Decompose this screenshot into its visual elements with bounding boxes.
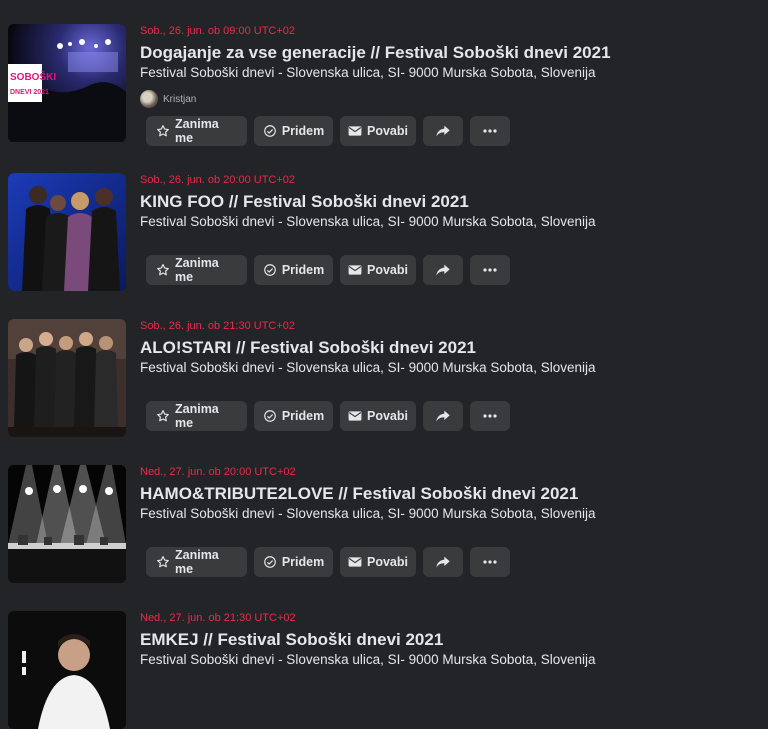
going-label: Pridem xyxy=(281,555,325,569)
share-arrow-icon xyxy=(435,262,451,278)
event-title[interactable]: ALO!STARI // Festival Soboški dnevi 2021 xyxy=(140,337,760,359)
star-icon xyxy=(156,124,170,138)
check-circle-icon xyxy=(263,555,277,569)
avatar[interactable] xyxy=(140,90,158,108)
interested-label: Zanima me xyxy=(175,117,219,145)
event-info: Ned., 27. jun. ob 20:00 UTC+02 HAMO&TRIB… xyxy=(140,465,760,523)
invite-button[interactable]: Povabi xyxy=(340,255,416,285)
more-button[interactable] xyxy=(470,255,510,285)
event-actions: Zanima me Pridem Povabi xyxy=(146,255,510,285)
event-item: SOBOŠKI DNEVI 2021 Sob., 26. jun. ob 09:… xyxy=(0,24,768,170)
share-button[interactable] xyxy=(423,547,463,577)
event-actions: Zanima me Pridem Povabi xyxy=(146,547,510,577)
event-date: Sob., 26. jun. ob 21:30 UTC+02 xyxy=(140,320,296,332)
event-thumbnail[interactable] xyxy=(8,611,126,729)
invite-label: Povabi xyxy=(367,409,408,423)
event-item: Ned., 27. jun. ob 21:30 UTC+02 EMKEJ // … xyxy=(0,611,768,729)
going-label: Pridem xyxy=(281,263,325,277)
event-title[interactable]: EMKEJ // Festival Soboški dnevi 2021 xyxy=(140,629,760,651)
event-title[interactable]: KING FOO // Festival Soboški dnevi 2021 xyxy=(140,191,760,213)
going-button[interactable]: Pridem xyxy=(254,116,333,146)
invite-label: Povabi xyxy=(367,263,408,277)
event-location: Festival Soboški dnevi - Slovenska ulica… xyxy=(140,360,596,375)
check-circle-icon xyxy=(263,263,277,277)
event-date: Sob., 26. jun. ob 20:00 UTC+02 xyxy=(140,174,296,186)
going-button[interactable]: Pridem xyxy=(254,255,333,285)
envelope-icon xyxy=(348,410,362,422)
going-button[interactable]: Pridem xyxy=(254,547,333,577)
share-button[interactable] xyxy=(423,116,463,146)
event-info: Sob., 26. jun. ob 21:30 UTC+02 ALO!STARI… xyxy=(140,319,760,377)
more-dots-icon xyxy=(483,129,497,133)
event-actions: Zanima me Pridem Povabi xyxy=(146,401,510,431)
star-icon xyxy=(156,263,170,277)
invite-label: Povabi xyxy=(367,124,408,138)
event-location: Festival Soboški dnevi - Slovenska ulica… xyxy=(140,506,596,521)
interested-button[interactable]: Zanima me xyxy=(146,116,247,146)
share-arrow-icon xyxy=(435,408,451,424)
event-thumbnail[interactable] xyxy=(8,173,126,291)
check-circle-icon xyxy=(263,124,277,138)
invite-button[interactable]: Povabi xyxy=(340,547,416,577)
event-thumbnail[interactable]: SOBOŠKI DNEVI 2021 xyxy=(8,24,126,142)
host-name[interactable]: Kristjan xyxy=(163,94,196,105)
event-thumbnail[interactable] xyxy=(8,319,126,437)
event-location: Festival Soboški dnevi - Slovenska ulica… xyxy=(140,214,596,229)
event-actions: Zanima me Pridem Povabi xyxy=(146,116,510,146)
going-label: Pridem xyxy=(281,409,325,423)
event-item: Ned., 27. jun. ob 20:00 UTC+02 HAMO&TRIB… xyxy=(0,465,768,611)
envelope-icon xyxy=(348,264,362,276)
event-location: Festival Soboški dnevi - Slovenska ulica… xyxy=(140,65,596,80)
share-button[interactable] xyxy=(423,401,463,431)
invite-button[interactable]: Povabi xyxy=(340,116,416,146)
event-thumbnail[interactable] xyxy=(8,465,126,583)
envelope-icon xyxy=(348,125,362,137)
more-button[interactable] xyxy=(470,547,510,577)
event-info: Sob., 26. jun. ob 20:00 UTC+02 KING FOO … xyxy=(140,173,760,231)
event-date: Ned., 27. jun. ob 20:00 UTC+02 xyxy=(140,466,296,478)
event-item: Sob., 26. jun. ob 20:00 UTC+02 KING FOO … xyxy=(0,173,768,319)
invite-label: Povabi xyxy=(367,555,408,569)
interested-button[interactable]: Zanima me xyxy=(146,255,247,285)
more-button[interactable] xyxy=(470,401,510,431)
thumb-logo-line2: DNEVI 2021 xyxy=(10,89,49,96)
event-title[interactable]: HAMO&TRIBUTE2LOVE // Festival Soboški dn… xyxy=(140,483,760,505)
interested-label: Zanima me xyxy=(175,548,219,576)
event-host[interactable]: Kristjan xyxy=(140,89,760,109)
event-date: Sob., 26. jun. ob 09:00 UTC+02 xyxy=(140,25,296,37)
invite-button[interactable]: Povabi xyxy=(340,401,416,431)
more-button[interactable] xyxy=(470,116,510,146)
going-label: Pridem xyxy=(281,124,325,138)
share-arrow-icon xyxy=(435,554,451,570)
envelope-icon xyxy=(348,556,362,568)
interested-label: Zanima me xyxy=(175,256,219,284)
more-dots-icon xyxy=(483,268,497,272)
share-arrow-icon xyxy=(435,123,451,139)
interested-button[interactable]: Zanima me xyxy=(146,547,247,577)
interested-label: Zanima me xyxy=(175,402,219,430)
check-circle-icon xyxy=(263,409,277,423)
event-location: Festival Soboški dnevi - Slovenska ulica… xyxy=(140,652,596,667)
thumb-logo-line1: SOBOŠKI xyxy=(10,70,56,83)
star-icon xyxy=(156,555,170,569)
event-info: Ned., 27. jun. ob 21:30 UTC+02 EMKEJ // … xyxy=(140,611,760,669)
event-date: Ned., 27. jun. ob 21:30 UTC+02 xyxy=(140,612,296,624)
more-dots-icon xyxy=(483,414,497,418)
star-icon xyxy=(156,409,170,423)
going-button[interactable]: Pridem xyxy=(254,401,333,431)
share-button[interactable] xyxy=(423,255,463,285)
event-item: Sob., 26. jun. ob 21:30 UTC+02 ALO!STARI… xyxy=(0,319,768,465)
event-title[interactable]: Dogajanje za vse generacije // Festival … xyxy=(140,42,760,64)
interested-button[interactable]: Zanima me xyxy=(146,401,247,431)
event-info: Sob., 26. jun. ob 09:00 UTC+02 Dogajanje… xyxy=(140,24,760,109)
more-dots-icon xyxy=(483,560,497,564)
